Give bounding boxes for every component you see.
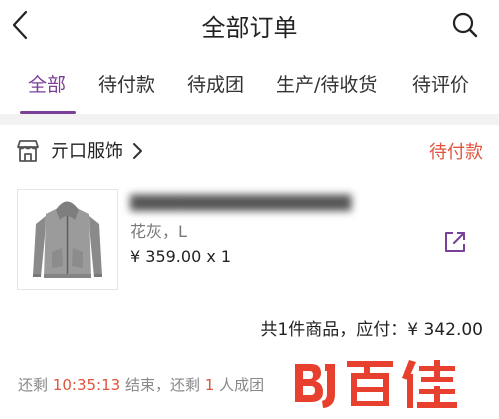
tab-to-review[interactable]: 待评价 [412,70,469,97]
tab-pending-payment[interactable]: 待付款 [98,70,155,97]
shop-name[interactable]: 亓口服饰 [51,137,123,163]
section-divider [0,114,499,125]
shop-icon [17,140,39,162]
order-status: 待付款 [429,142,483,163]
product-name-redacted: ▇▇▇▇▇▇▇▇▇▇▇▇▇▇▇▇▇▇ [130,192,352,211]
people-needed: 1 [204,376,215,394]
share-icon[interactable] [442,229,468,255]
search-icon[interactable] [451,11,479,39]
hoodie-image [33,201,102,278]
countdown-suffix: 人成团 [219,376,265,394]
tab-pending-group[interactable]: 待成团 [187,70,244,97]
tab-shipping[interactable]: 生产/待收货 [276,70,377,97]
shop-row[interactable]: 亓口服饰 待付款 [0,125,499,177]
page-title: 全部订单 [201,14,298,42]
product-spec: 花灰，L [130,222,187,241]
countdown-middle: 结束，还剩 [124,376,200,394]
order-tabs: 全部 待付款 待成团 生产/待收货 待评价 [0,62,499,114]
tab-all[interactable]: 全部 [28,70,66,97]
chevron-right-icon[interactable] [131,142,143,160]
order-summary: 共1件商品，应付：¥ 342.00 [260,320,483,340]
product-item[interactable]: ▇▇▇▇▇▇▇▇▇▇▇▇▇▇▇▇▇▇ 花灰，L ¥ 359.00 x 1 [0,177,499,302]
top-bar: 全部订单 [0,0,499,50]
countdown-prefix: 还剩 [18,376,49,394]
countdown-time: 10:35:13 [52,376,121,394]
product-price: ¥ 359.00 x 1 [130,247,232,266]
product-thumbnail[interactable] [17,189,118,290]
group-countdown: 还剩 10:35:13 结束，还剩 1 人成团 [18,374,264,395]
watermark-logo [289,352,489,414]
